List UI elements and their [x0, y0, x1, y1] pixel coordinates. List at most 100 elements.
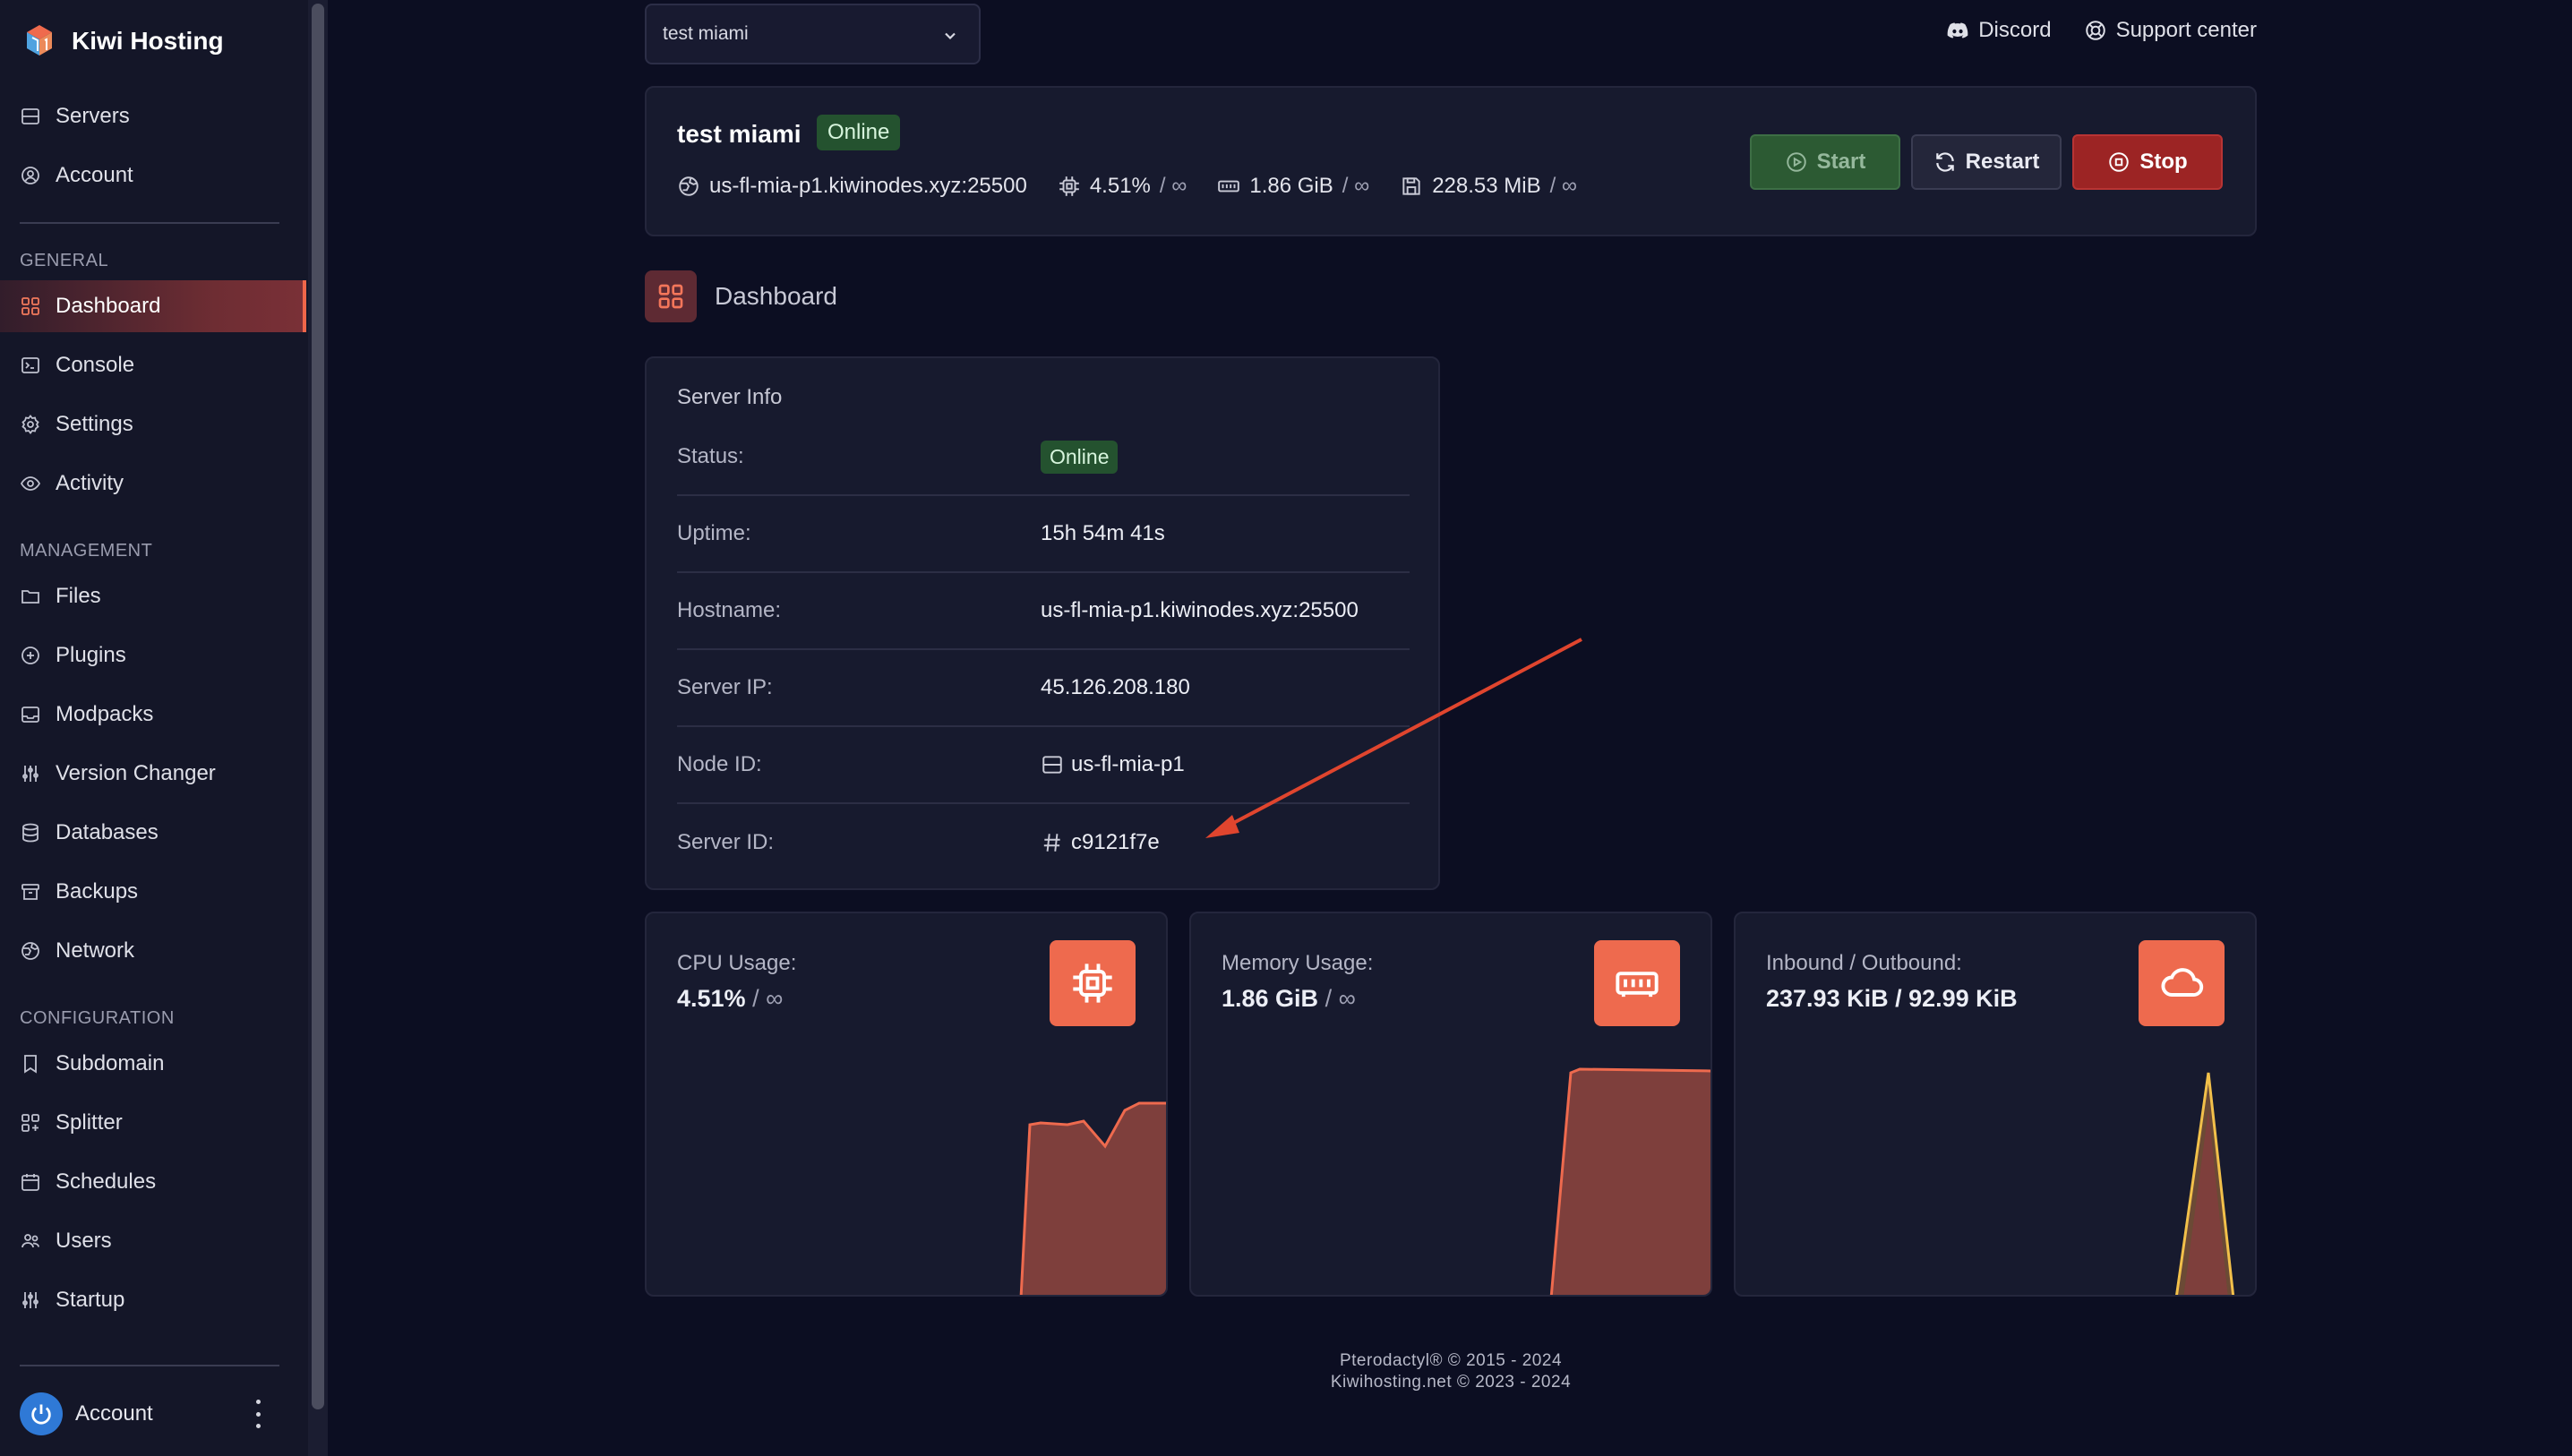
- restart-button[interactable]: Restart: [1911, 134, 2062, 190]
- sidebar-item-network[interactable]: Network: [0, 925, 306, 977]
- sidebar-item-subdomain[interactable]: Subdomain: [0, 1038, 306, 1090]
- start-button[interactable]: Start: [1750, 134, 1900, 190]
- brand[interactable]: Kiwi Hosting: [20, 18, 224, 64]
- sidebar-item-modpacks[interactable]: Modpacks: [0, 689, 306, 741]
- sidebar-item-startup[interactable]: Startup: [0, 1274, 306, 1326]
- memory-usage-value: 1.86 GiB: [1222, 985, 1319, 1012]
- info-row-server-ip: Server IP: 45.126.208.180: [677, 650, 1410, 727]
- info-label: Server IP:: [677, 675, 773, 699]
- info-value-server-ip[interactable]: 45.126.208.180: [1041, 675, 1190, 700]
- network-usage-card: Inbound / Outbound: 237.93 KiB / 92.99 K…: [1734, 912, 2257, 1297]
- footer: Pterodactyl® © 2015 - 2024 Kiwihosting.n…: [645, 1350, 2257, 1393]
- sidebar-item-backups[interactable]: Backups: [0, 866, 306, 918]
- sidebar-item-label: Subdomain: [56, 1051, 165, 1075]
- memory-usage-suffix: / ∞: [1325, 985, 1356, 1012]
- footer-line-kiwihosting[interactable]: Kiwihosting.net © 2023 - 2024: [645, 1372, 2257, 1393]
- cpu-usage-label: CPU Usage:: [677, 951, 797, 975]
- footer-line-pterodactyl: Pterodactyl® © 2015 - 2024: [1339, 1351, 1563, 1370]
- server-address-value: us-fl-mia-p1.kiwinodes.xyz:25500: [709, 174, 1027, 198]
- sidebar-item-label: Files: [56, 584, 101, 608]
- brand-name: Kiwi Hosting: [72, 27, 224, 55]
- network-usage-value: 237.93 KiB / 92.99 KiB: [1766, 985, 2018, 1012]
- cpu-usage-card: CPU Usage: 4.51% / ∞: [645, 912, 1168, 1297]
- cpu-usage-area: [1019, 1101, 1166, 1295]
- memory-usage-label: Memory Usage:: [1222, 951, 1374, 975]
- server-icon: [1042, 756, 1062, 774]
- sidebar-item-users[interactable]: Users: [0, 1215, 306, 1267]
- eye-icon: [20, 476, 41, 491]
- save-disk-icon: [1402, 177, 1420, 195]
- server-icon: [21, 108, 39, 124]
- server-select-value: test miami: [663, 23, 749, 44]
- sidebar-item-dashboard[interactable]: Dashboard: [0, 280, 306, 332]
- sidebar-item-schedules[interactable]: Schedules: [0, 1156, 306, 1208]
- refresh-icon: [1935, 152, 1954, 172]
- scrollbar-thumb[interactable]: [312, 4, 324, 1409]
- info-label: Hostname:: [677, 598, 782, 622]
- sliders-icon: [22, 1292, 39, 1308]
- sidebar-item-label: Databases: [56, 820, 159, 844]
- sliders-icon: [22, 766, 39, 782]
- more-vertical-icon[interactable]: [253, 1400, 263, 1428]
- cpu-usage-chart: [1019, 1101, 1166, 1295]
- database-icon: [22, 823, 39, 843]
- sidebar-item-databases[interactable]: Databases: [0, 807, 306, 859]
- support-center-label: Support center: [2115, 18, 2257, 42]
- sidebar-item-label: Backups: [56, 879, 139, 904]
- sidebar-item-account[interactable]: Account: [0, 150, 306, 201]
- sidebar-scrollbar[interactable]: [308, 0, 328, 1456]
- plus-circle-icon: [21, 647, 39, 664]
- sidebar: Kiwi Hosting Servers Account GENERAL Das…: [0, 0, 308, 1456]
- account-menu[interactable]: Account: [0, 1384, 306, 1443]
- network-usage-chart: [2175, 1072, 2235, 1295]
- discord-link[interactable]: Discord: [1946, 18, 2052, 43]
- support-center-link[interactable]: Support center: [2084, 18, 2257, 43]
- sidebar-item-label: Version Changer: [56, 761, 216, 785]
- info-value-node-id: us-fl-mia-p1: [1041, 752, 1185, 777]
- discord-icon: [1947, 22, 1968, 39]
- sidebar-item-plugins[interactable]: Plugins: [0, 630, 306, 681]
- sidebar-item-console[interactable]: Console: [0, 339, 306, 391]
- sidebar-item-label: Network: [56, 938, 135, 963]
- sidebar-item-settings[interactable]: Settings: [0, 398, 306, 450]
- section-label-general: GENERAL: [20, 251, 109, 270]
- sidebar-item-label: Settings: [56, 412, 133, 436]
- start-label: Start: [1816, 150, 1866, 174]
- avatar: [20, 1392, 63, 1435]
- server-header-card: test miami Online us-fl-mia-p1.kiwinodes…: [645, 86, 2257, 236]
- sidebar-item-version-changer[interactable]: Version Changer: [0, 748, 306, 800]
- sidebar-item-servers[interactable]: Servers: [0, 90, 306, 142]
- info-label: Status:: [677, 444, 744, 468]
- globe-icon: [21, 942, 39, 960]
- sidebar-item-label: Startup: [56, 1288, 125, 1312]
- server-cpu-limit: / ∞: [1159, 174, 1187, 198]
- memory-usage-card: Memory Usage: 1.86 GiB / ∞: [1189, 912, 1712, 1297]
- sidebar-item-label: Console: [56, 353, 135, 377]
- cpu-icon: [1050, 940, 1136, 1026]
- server-disk-value: 228.53 MiB: [1432, 174, 1541, 198]
- sidebar-item-splitter[interactable]: Splitter: [0, 1097, 306, 1149]
- info-row-hostname: Hostname: us-fl-mia-p1.kiwinodes.xyz:255…: [677, 573, 1410, 650]
- cpu-usage-suffix: / ∞: [752, 985, 784, 1012]
- server-memory-value: 1.86 GiB: [1249, 174, 1333, 198]
- stop-circle-icon: [2109, 152, 2130, 172]
- node-id-value: us-fl-mia-p1: [1071, 752, 1185, 776]
- server-stats: us-fl-mia-p1.kiwinodes.xyz:25500 4.51% /…: [677, 174, 1577, 199]
- server-info-card: Server Info Status: Online Uptime: 15h 5…: [645, 356, 1440, 890]
- server-select[interactable]: test miami: [645, 4, 981, 64]
- server-memory: 1.86 GiB / ∞: [1217, 174, 1369, 199]
- play-circle-icon: [1786, 152, 1806, 172]
- memory-icon: [1594, 940, 1680, 1026]
- calendar-icon: [21, 1174, 39, 1191]
- sidebar-item-label: Splitter: [56, 1110, 123, 1135]
- info-value-status: Online: [1041, 440, 1119, 474]
- discord-label: Discord: [1978, 18, 2052, 42]
- sidebar-item-activity[interactable]: Activity: [0, 458, 306, 510]
- info-value-hostname[interactable]: us-fl-mia-p1.kiwinodes.xyz:25500: [1041, 598, 1359, 623]
- kiwi-logo-icon: [27, 25, 52, 56]
- sidebar-item-files[interactable]: Files: [0, 570, 306, 622]
- server-name: test miami: [677, 120, 802, 148]
- grid-icon: [21, 297, 39, 315]
- stop-button[interactable]: Stop: [2072, 134, 2223, 190]
- grid-plus-icon: [21, 1114, 39, 1132]
